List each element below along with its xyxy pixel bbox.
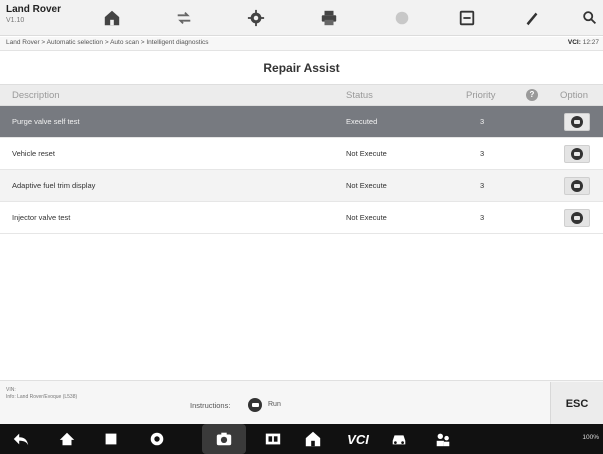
- run-button[interactable]: [564, 209, 590, 227]
- home-nav-icon[interactable]: [56, 429, 78, 449]
- breadcrumb[interactable]: Land Rover > Automatic selection > Auto …: [6, 39, 209, 46]
- priority-help-icon[interactable]: ?: [526, 89, 538, 101]
- run-icon: [571, 148, 583, 160]
- system-status-tray: 100%: [582, 434, 599, 441]
- home-icon[interactable]: [100, 6, 124, 30]
- camera-icon[interactable]: [213, 429, 235, 449]
- table-row[interactable]: Purge valve self test Executed 3: [0, 106, 603, 138]
- row-description: Adaptive fuel trim display: [12, 181, 96, 190]
- breadcrumb-bar: Land Rover > Automatic selection > Auto …: [0, 37, 603, 51]
- screen-record-icon[interactable]: [262, 429, 284, 449]
- app-version: V1.10: [6, 17, 25, 24]
- vci-label: VCI:: [567, 39, 581, 46]
- remote-support-icon[interactable]: [432, 429, 454, 449]
- row-description: Purge valve self test: [12, 117, 80, 126]
- header-status: Status: [346, 90, 373, 101]
- run-button[interactable]: [564, 177, 590, 195]
- row-priority: 3: [480, 213, 485, 222]
- table-row[interactable]: Adaptive fuel trim display Not Execute 3: [0, 170, 603, 202]
- search-icon[interactable]: [578, 6, 602, 30]
- row-status: Not Execute: [346, 181, 387, 190]
- run-legend-icon: [248, 398, 262, 412]
- help-icon[interactable]: [390, 6, 414, 30]
- header-option: Option: [560, 90, 588, 101]
- run-icon: [571, 180, 583, 192]
- row-status: Not Execute: [346, 213, 387, 222]
- app-title: Land Rover: [6, 4, 62, 15]
- run-icon: [571, 116, 583, 128]
- top-toolbar: Land Rover V1.10: [0, 0, 603, 36]
- row-priority: 3: [480, 181, 485, 190]
- settings-icon[interactable]: [244, 6, 268, 30]
- run-legend-label: Run: [268, 401, 281, 408]
- status-indicators: VCI: 12:27: [568, 39, 599, 46]
- run-icon: [571, 212, 583, 224]
- vci-icon[interactable]: VCI: [340, 429, 376, 449]
- car-connect-icon[interactable]: [388, 429, 410, 449]
- print-icon[interactable]: [317, 6, 341, 30]
- vci-nav-label: VCI: [347, 431, 369, 447]
- run-button[interactable]: [564, 145, 590, 163]
- header-priority: Priority: [466, 90, 496, 101]
- run-button[interactable]: [564, 113, 590, 131]
- system-nav-bar: VCI 100%: [0, 424, 603, 454]
- vin-label: VIN:: [6, 387, 16, 393]
- row-description: Vehicle reset: [12, 149, 55, 158]
- page-title: Repair Assist: [263, 61, 340, 75]
- browser-icon[interactable]: [146, 429, 168, 449]
- header-description: Description: [12, 90, 60, 101]
- empty-list-area: [0, 234, 603, 380]
- esc-button[interactable]: ESC: [550, 382, 603, 425]
- row-status: Executed: [346, 117, 378, 126]
- back-icon[interactable]: [10, 429, 32, 449]
- table-row[interactable]: Injector valve test Not Execute 3: [0, 202, 603, 234]
- vehicle-swap-icon[interactable]: [172, 6, 196, 30]
- vehicle-info: Info: Land Rover/Evoque (L538): [6, 394, 78, 400]
- app-brand: Land Rover V1.10: [6, 4, 84, 26]
- table-header: Description Status Priority ? Option: [0, 84, 603, 106]
- save-icon[interactable]: [455, 6, 479, 30]
- battery-text: 100%: [582, 434, 599, 441]
- diagnostics-home-icon[interactable]: [302, 429, 324, 449]
- footer-bar: VIN: Info: Land Rover/Evoque (L538) Inst…: [0, 380, 603, 425]
- row-description: Injector valve test: [12, 213, 71, 222]
- clock-text: 12:27: [582, 39, 599, 46]
- row-priority: 3: [480, 117, 485, 126]
- recent-apps-icon[interactable]: [100, 429, 122, 449]
- row-priority: 3: [480, 149, 485, 158]
- instructions-label: Instructions:: [190, 401, 231, 410]
- table-row[interactable]: Vehicle reset Not Execute 3: [0, 138, 603, 170]
- edit-icon[interactable]: [520, 6, 544, 30]
- row-status: Not Execute: [346, 149, 387, 158]
